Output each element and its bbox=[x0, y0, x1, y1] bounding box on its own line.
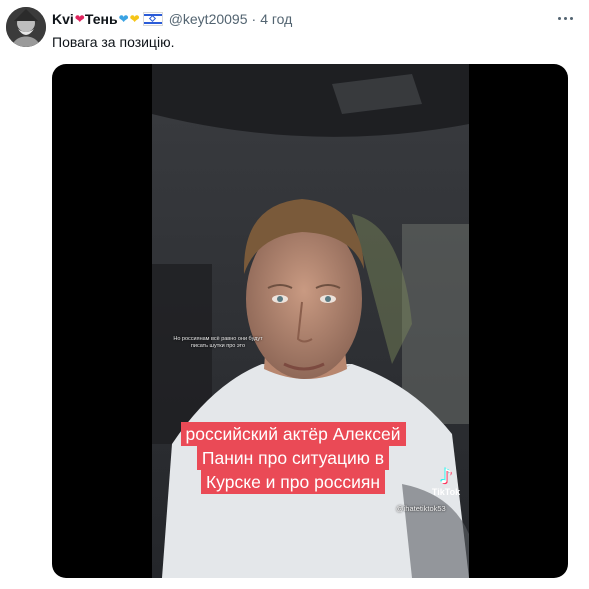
video-subtitle-small: Но россиянам всё равно они будут писать … bbox=[173, 336, 263, 349]
video-caption: российский актёр Алексей Панин про ситуа… bbox=[162, 422, 424, 494]
tiktok-watermark: ♪ TikTok bbox=[428, 466, 464, 497]
tweet-header: Kvi ❤ Тень ❤ ❤ @keyt20095 · 4 год bbox=[52, 9, 559, 29]
separator-dot: · bbox=[251, 11, 257, 27]
tiktok-logo-icon: ♪ bbox=[439, 464, 453, 488]
caption-line: Курске и про россиян bbox=[200, 470, 385, 494]
timestamp[interactable]: 4 год bbox=[260, 11, 292, 27]
avatar[interactable] bbox=[6, 7, 46, 47]
video-frame[interactable]: Но россиянам всё равно они будут писать … bbox=[152, 64, 469, 578]
tweet-text: Повага за позицію. bbox=[52, 34, 175, 50]
caption-line: Панин про ситуацию в bbox=[196, 446, 390, 470]
tiktok-username: @ihatetiktok53 bbox=[396, 504, 446, 513]
yellow-heart-icon: ❤ bbox=[129, 12, 140, 26]
video-thumbnail-image bbox=[152, 64, 469, 578]
media-container[interactable]: Но россиянам всё равно они будут писать … bbox=[52, 64, 568, 578]
more-horizontal-icon bbox=[557, 16, 561, 20]
caption-line: российский актёр Алексей bbox=[180, 422, 406, 446]
tweet: Kvi ❤ Тень ❤ ❤ @keyt20095 · 4 год Повага… bbox=[0, 0, 589, 589]
more-options-button[interactable] bbox=[555, 8, 575, 28]
red-heart-icon: ❤ bbox=[74, 12, 85, 26]
user-handle[interactable]: @keyt20095 bbox=[169, 11, 248, 27]
display-name[interactable]: Kvi bbox=[52, 11, 74, 27]
tiktok-brand-label: TikTok bbox=[431, 487, 461, 497]
blue-heart-icon: ❤ bbox=[118, 12, 129, 26]
israel-flag-icon bbox=[142, 12, 163, 26]
display-name-suffix[interactable]: Тень bbox=[85, 11, 118, 27]
